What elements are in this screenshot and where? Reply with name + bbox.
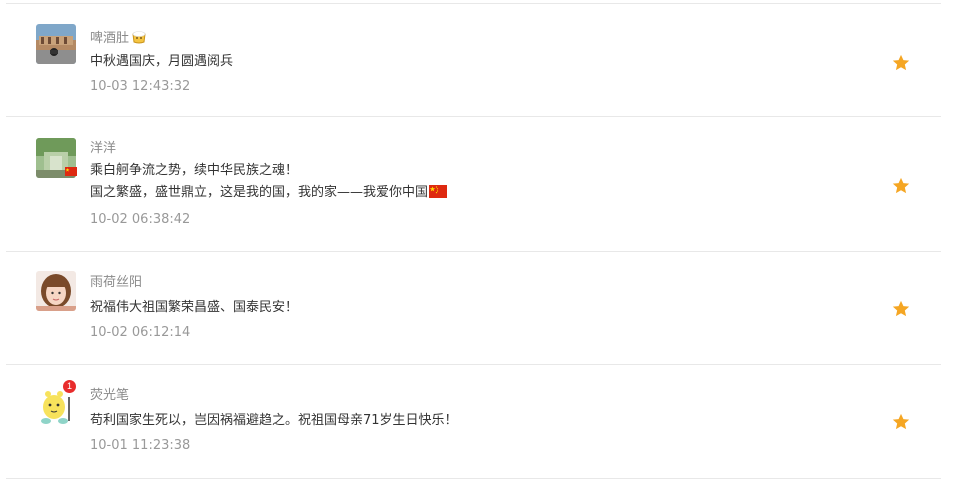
username[interactable]: 啤酒肚 xyxy=(90,29,881,46)
china-flag-icon xyxy=(429,184,448,206)
avatar[interactable]: 1 xyxy=(36,380,76,425)
comment-body: 洋洋 乘白舸争流之势，续中华民族之魂！ 国之繁盛，盛世鼎立，这是我的国，我的家—… xyxy=(90,141,881,230)
username-text[interactable]: 啤酒肚 xyxy=(90,31,129,46)
avatar[interactable] xyxy=(36,271,76,311)
timestamp: 10-02 06:38:42 xyxy=(90,212,191,227)
star-icon[interactable] xyxy=(891,412,911,432)
comment-text: 国之繁盛，盛世鼎立，这是我的国，我的家——我爱你中国 xyxy=(90,185,429,200)
notification-badge: 1 xyxy=(63,380,76,393)
comment-item: 洋洋 乘白舸争流之势，续中华民族之魂！ 国之繁盛，盛世鼎立，这是我的国，我的家—… xyxy=(6,117,941,252)
username[interactable]: 雨荷丝阳 xyxy=(90,275,881,291)
star-icon[interactable] xyxy=(891,53,911,73)
comment-text: 祝福伟大祖国繁荣昌盛、国泰民安！ xyxy=(90,300,299,315)
username[interactable]: 荧光笔 xyxy=(90,388,881,404)
timestamp: 10-02 06:12:14 xyxy=(90,325,191,340)
avatar[interactable] xyxy=(36,138,77,178)
comment-item: 1 荧光笔 苟利国家生死以，岂因祸福避趋之。祝祖国母亲71岁生日快乐！ 10-0… xyxy=(6,365,941,479)
comment-body: 啤酒肚 中秋遇国庆，月圆遇阅兵 10-03 12:43:32 xyxy=(90,29,881,97)
comment-item: 雨荷丝阳 祝福伟大祖国繁荣昌盛、国泰民安！ 10-02 06:12:14 xyxy=(6,252,941,365)
star-icon[interactable] xyxy=(891,176,911,196)
comment-body: 雨荷丝阳 祝福伟大祖国繁荣昌盛、国泰民安！ 10-02 06:12:14 xyxy=(90,275,881,343)
comment-text: 苟利国家生死以，岂因祸福避趋之。祝祖国母亲71岁生日快乐！ xyxy=(90,413,458,428)
username[interactable]: 洋洋 xyxy=(90,141,881,157)
avatar[interactable] xyxy=(36,24,76,64)
comment-text-line: 国之繁盛，盛世鼎立，这是我的国，我的家——我爱你中国 xyxy=(90,182,881,206)
comment-text: 乘白舸争流之势，续中华民族之魂！ xyxy=(90,163,299,178)
comment-text: 中秋遇国庆，月圆遇阅兵 xyxy=(90,54,234,69)
comment-body: 荧光笔 苟利国家生死以，岂因祸福避趋之。祝祖国母亲71岁生日快乐！ 10-01 … xyxy=(90,388,881,456)
comment-list: 啤酒肚 中秋遇国庆，月圆遇阅兵 10-03 12:43:32 洋洋 乘白舸争流之… xyxy=(6,0,941,479)
comment-item: 啤酒肚 中秋遇国庆，月圆遇阅兵 10-03 12:43:32 xyxy=(6,4,941,117)
star-icon[interactable] xyxy=(891,299,911,319)
beer-emoji-icon xyxy=(131,29,147,50)
timestamp: 10-03 12:43:32 xyxy=(90,79,191,94)
china-flag-icon xyxy=(65,167,77,176)
timestamp: 10-01 11:23:38 xyxy=(90,438,191,453)
